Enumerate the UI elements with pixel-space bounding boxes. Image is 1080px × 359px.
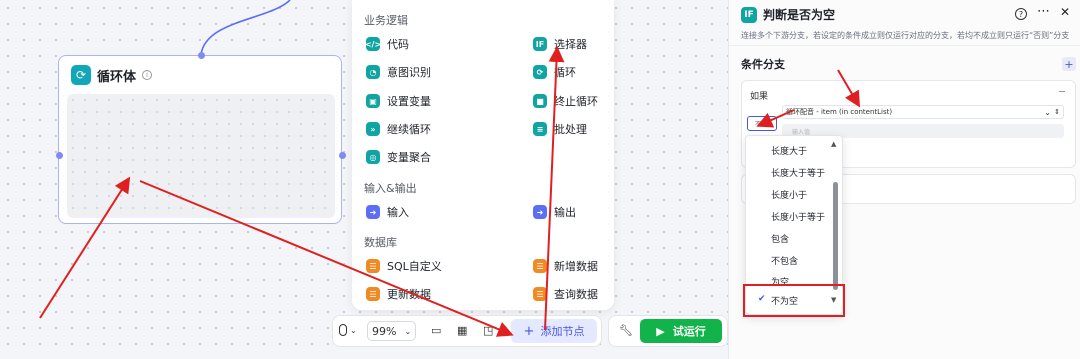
node-port-left[interactable] (56, 152, 63, 159)
collapse-icon[interactable] (1059, 91, 1065, 92)
aggregate-icon: ◎ (366, 150, 380, 164)
batch-icon: ≡ (533, 122, 547, 136)
section-business-logic: 业务逻辑 (364, 14, 408, 27)
minimap-icon[interactable]: ◳ (483, 324, 493, 337)
if-icon: IF (533, 37, 547, 51)
sql-icon: ☰ (366, 259, 380, 273)
continue-loop-icon: » (366, 122, 380, 136)
section-database: 数据库 (364, 236, 397, 249)
loop-node[interactable]: ⟳ 循环体 i (58, 55, 342, 224)
node-port-right[interactable] (339, 152, 346, 159)
operator-select[interactable]: 不 ⌄ (747, 116, 777, 131)
chevron-down-icon: ⌄ (763, 120, 770, 127)
menu-item-continue-loop[interactable]: » 继续循环 (366, 121, 431, 137)
dropdown-option[interactable]: 长度大于 (771, 144, 807, 157)
scrollbar[interactable] (833, 182, 838, 290)
mouse-icon (339, 324, 347, 336)
menu-item-query-data[interactable]: ☰ 查询数据 (533, 286, 598, 302)
menu-item-batch[interactable]: ≡ 批处理 (533, 121, 587, 137)
menu-item-intent[interactable]: ◔ 意图识别 (366, 64, 431, 80)
bulb-icon: ◔ (366, 65, 380, 79)
set-variable-icon: ▣ (366, 94, 380, 108)
info-icon[interactable]: i (142, 70, 153, 80)
query-data-icon: ☰ (533, 287, 547, 301)
chevron-down-icon: ⌄ (1044, 107, 1051, 117)
panel-title[interactable]: 判断是否为空 (763, 6, 835, 23)
play-icon: ▶ (656, 324, 665, 338)
menu-item-selector[interactable]: IF 选择器 (533, 36, 587, 52)
more-icon[interactable]: ⋯ (1037, 4, 1050, 19)
help-icon[interactable]: ? (1015, 8, 1027, 20)
menu-item-loop[interactable]: ⟳ 循环 (533, 64, 576, 80)
loop-icon: ⟳ (533, 65, 547, 79)
dropdown-option[interactable]: 不包含 (771, 254, 798, 267)
if-icon: IF (741, 6, 757, 23)
run-toolbar: 🔧︎ ▶ 试运行 (608, 315, 728, 347)
menu-item-code[interactable]: </> 代码 (365, 36, 409, 52)
input-icon: ➜ (366, 205, 380, 219)
menu-item-aggregate[interactable]: ◎ 变量聚合 (366, 149, 431, 165)
menu-item-add-data[interactable]: ☰ 新增数据 (533, 258, 598, 274)
stop-loop-icon: ■ (533, 94, 547, 108)
divider (729, 45, 1080, 46)
menu-item-input[interactable]: ➜ 输入 (366, 204, 409, 220)
close-icon[interactable]: ✕ (1060, 5, 1070, 19)
node-port-top[interactable] (198, 52, 205, 59)
scroll-up-icon[interactable]: ▲ (831, 140, 836, 148)
dropdown-option[interactable]: 长度小于 (771, 188, 807, 201)
wrench-icon[interactable]: 🔧︎ (619, 324, 633, 337)
add-data-icon: ☰ (533, 259, 547, 273)
chevron-down-icon: ⌄ (404, 326, 412, 336)
add-node-menu: 业务逻辑 </> 代码 IF 选择器 ◔ 意图识别 ⟳ 循环 ▣ 设置变量 ■ … (352, 0, 614, 310)
code-icon: </> (365, 37, 381, 51)
test-run-button[interactable]: ▶ 试运行 (640, 319, 722, 343)
dropdown-option[interactable]: 包含 (771, 232, 789, 245)
output-icon: ➜ (533, 205, 547, 219)
variable-select[interactable]: 循环配音 - item (in contentList) ⌄ ⇕ (782, 105, 1064, 119)
plus-icon: + (523, 323, 535, 339)
zoom-select[interactable]: 99% ⌄ (367, 321, 417, 341)
comment-icon[interactable]: ▭ (431, 324, 441, 337)
panel-header: IF 判断是否为空 (741, 6, 835, 23)
section-io: 输入&输出 (364, 182, 417, 195)
dropdown-option[interactable]: 长度小于等于 (771, 210, 825, 223)
annotation-highlight-box (743, 284, 845, 317)
loop-icon: ⟳ (71, 65, 91, 85)
condition-branch-title: 条件分支 (741, 58, 785, 71)
chevron-down-icon: ⌄ (350, 325, 357, 335)
loop-node-title: 循环体 (97, 69, 137, 85)
add-node-button[interactable]: + 添加节点 (511, 319, 597, 343)
menu-item-stop-loop[interactable]: ■ 终止循环 (533, 93, 598, 109)
menu-item-output[interactable]: ➜ 输出 (533, 204, 576, 220)
menu-item-set-variable[interactable]: ▣ 设置变量 (366, 93, 431, 109)
loop-canvas[interactable] (67, 94, 335, 218)
canvas-toolbar: ⌄ 99% ⌄ ▭ ▦ ◳ + 添加节点 (332, 315, 602, 347)
dropdown-option[interactable]: 长度大于等于 (771, 166, 825, 179)
menu-item-sql[interactable]: ☰ SQL自定义 (366, 258, 442, 274)
grid-icon[interactable]: ▦ (457, 324, 467, 337)
pointer-mode-select[interactable]: ⌄ (339, 324, 357, 336)
update-data-icon: ☰ (366, 287, 380, 301)
if-label: 如果 (750, 92, 769, 102)
loop-node-header: ⟳ 循环体 i (71, 65, 153, 85)
panel-description: 连接多个下游分支，若设定的条件成立则仅运行对应的分支，若均不成立则只运行“否则”… (741, 31, 1070, 40)
sort-icon: ⇕ (1054, 108, 1060, 116)
menu-item-update-data[interactable]: ☰ 更新数据 (366, 286, 431, 302)
add-branch-button[interactable]: + (1062, 57, 1076, 71)
